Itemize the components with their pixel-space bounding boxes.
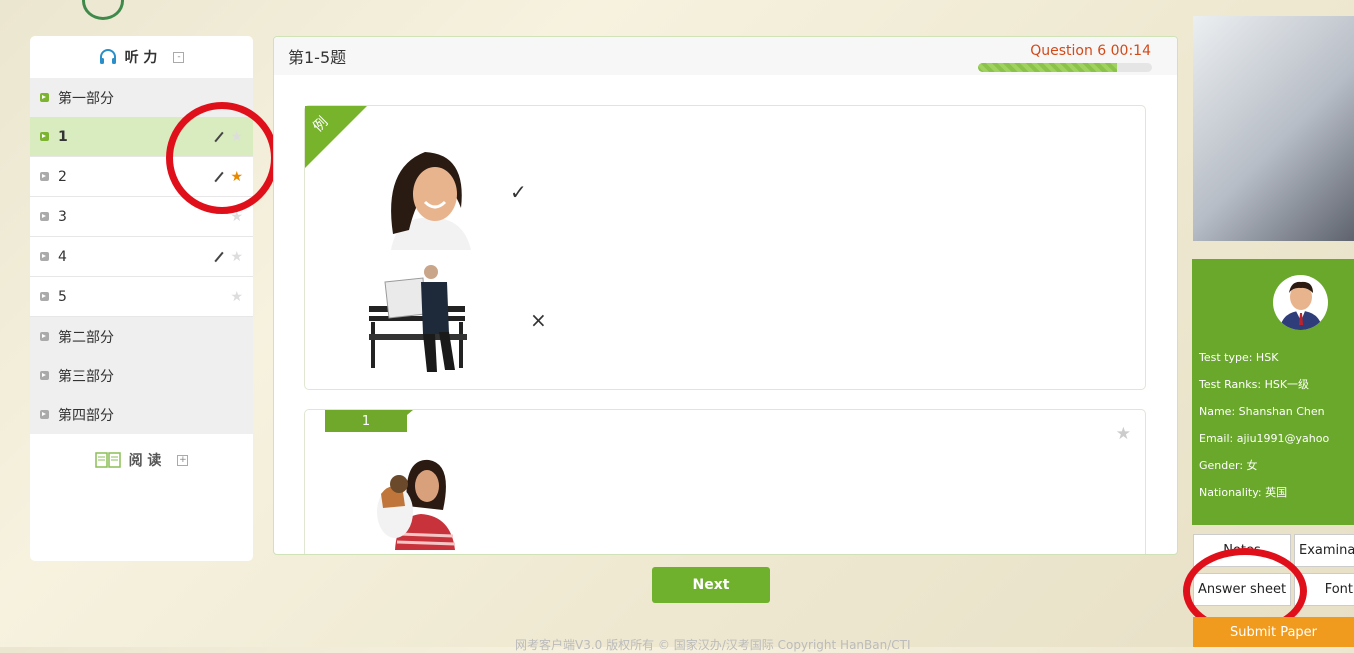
arrow-icon [40, 371, 49, 380]
question-item-2[interactable]: 2 ★ [30, 157, 253, 197]
question-card-1: 1 ★ [304, 409, 1146, 554]
candidate-gender: Gender: 女 [1199, 459, 1258, 472]
section-part-3[interactable]: 第三部分 [30, 356, 253, 395]
example-card: 例 ✓ × [304, 105, 1146, 390]
pencil-icon[interactable] [214, 131, 225, 142]
question-tag: 1 [325, 410, 413, 432]
logo [82, 0, 124, 20]
smiling-woman-image [391, 152, 471, 250]
pencil-icon[interactable] [214, 251, 225, 262]
star-icon[interactable]: ★ [1116, 424, 1131, 444]
book-icon [94, 452, 121, 468]
next-button[interactable]: Next [652, 567, 770, 603]
listening-header[interactable]: 听 力 - [30, 36, 253, 78]
arrow-icon [40, 93, 49, 102]
question-item-5[interactable]: 5 ★ [30, 277, 253, 317]
question-timer: Question 6 00:14 [1030, 43, 1151, 59]
section-label: 第一部分 [58, 90, 114, 107]
section-label: 第二部分 [58, 329, 114, 346]
question-number: 5 [58, 288, 67, 305]
webcam-feed [1193, 16, 1354, 241]
candidate-name: Name: Shanshan Chen [1199, 405, 1325, 418]
man-reading-newspaper-image [369, 265, 467, 372]
font-button[interactable]: Font [1294, 573, 1354, 606]
question-nav-panel: 听 力 - 第一部分 1 ★ 2 ★ 3 ★ 4 ★ 5 ★ 第二部分 第三部分 [30, 36, 253, 561]
examination-button[interactable]: Examination [1294, 534, 1354, 567]
star-icon[interactable]: ★ [230, 289, 243, 305]
arrow-icon [40, 132, 49, 141]
star-icon[interactable]: ★ [230, 209, 243, 225]
answer-sheet-button[interactable]: Answer sheet [1193, 573, 1291, 606]
question-number: 1 [58, 128, 68, 145]
star-icon[interactable]: ★ [230, 129, 243, 145]
question-item-1[interactable]: 1 ★ [30, 117, 253, 157]
question-item-3[interactable]: 3 ★ [30, 197, 253, 237]
user-avatar-icon [1279, 281, 1323, 330]
star-icon[interactable]: ★ [230, 249, 243, 265]
section-label: 第三部分 [58, 368, 114, 385]
question-panel: 第1-5题 Question 6 00:14 例 ✓ × 1 ★ [273, 36, 1178, 555]
candidate-info-panel: Test type: HSK Test Ranks: HSK一级 Name: S… [1192, 259, 1354, 525]
arrow-icon [40, 172, 49, 181]
candidate-nationality: Nationality: 英国 [1199, 486, 1288, 499]
arrow-icon [40, 410, 49, 419]
reading-header[interactable]: 阅 读 + [30, 440, 253, 480]
question-number: 4 [58, 248, 67, 265]
cross-mark: × [530, 308, 547, 332]
avatar [1273, 275, 1328, 330]
section-part-4[interactable]: 第四部分 [30, 395, 253, 434]
woman-hugging-cat-image [377, 459, 456, 550]
listening-title: 听 力 [124, 50, 158, 66]
collapse-toggle[interactable]: - [173, 51, 185, 63]
reading-title: 阅 读 [128, 453, 162, 469]
section-label: 第四部分 [58, 407, 114, 424]
test-type: Test type: HSK [1199, 351, 1279, 364]
question-number: 3 [58, 208, 67, 225]
progress-fill [978, 63, 1118, 72]
progress-bar [978, 63, 1152, 72]
arrow-icon [40, 292, 49, 301]
arrow-icon [40, 212, 49, 221]
notes-button[interactable]: Notes [1193, 534, 1291, 567]
expand-toggle[interactable]: + [177, 454, 189, 466]
arrow-icon [40, 332, 49, 341]
section-part-1[interactable]: 第一部分 [30, 78, 253, 117]
headphones-icon [99, 49, 116, 64]
submit-paper-button[interactable]: Submit Paper [1193, 617, 1354, 647]
question-number: 2 [58, 168, 67, 185]
section-part-2[interactable]: 第二部分 [30, 317, 253, 356]
test-ranks: Test Ranks: HSK一级 [1199, 378, 1310, 391]
copyright-footer: 网考客户端V3.0 版权所有 © 国家汉办/汉考国际 Copyright Han… [515, 638, 911, 652]
question-range-title: 第1-5题 [288, 48, 347, 67]
candidate-email: Email: ajiu1991@yahoo [1199, 432, 1330, 445]
pencil-icon[interactable] [214, 171, 225, 182]
arrow-icon [40, 252, 49, 261]
star-icon[interactable]: ★ [230, 169, 243, 185]
check-mark: ✓ [510, 180, 527, 204]
question-item-4[interactable]: 4 ★ [30, 237, 253, 277]
